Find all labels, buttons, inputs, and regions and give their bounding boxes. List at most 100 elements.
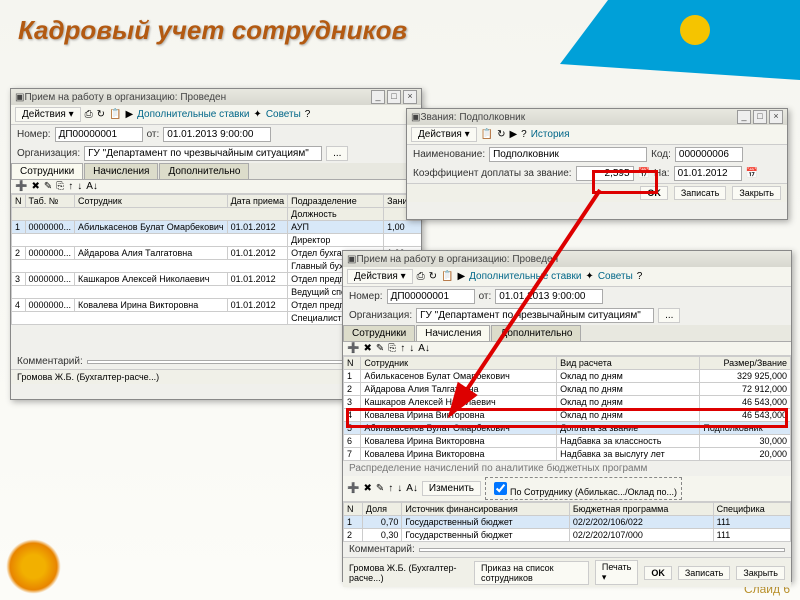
- refresh-icon[interactable]: ↻: [497, 129, 505, 140]
- advice-link[interactable]: Советы: [598, 271, 633, 282]
- col-n[interactable]: N: [12, 195, 26, 208]
- org-select-btn[interactable]: ...: [658, 308, 680, 323]
- col-emp[interactable]: Сотрудник: [361, 357, 557, 370]
- org-input[interactable]: ГУ "Департамент по чрезвычайным ситуация…: [84, 146, 322, 161]
- advice-icon[interactable]: ✦: [253, 109, 261, 120]
- calendar-icon[interactable]: 📅: [746, 168, 758, 179]
- sort-icon[interactable]: A↓: [406, 483, 418, 494]
- save-icon[interactable]: 📋: [109, 109, 121, 120]
- down-icon[interactable]: ↓: [397, 483, 402, 494]
- add-icon[interactable]: ➕: [347, 483, 359, 494]
- edit-icon[interactable]: ✎: [376, 483, 384, 494]
- table-row[interactable]: 20,30Государственный бюджет02/2/202/107/…: [344, 529, 791, 542]
- col-n2[interactable]: N: [344, 503, 363, 516]
- tab-charges[interactable]: Начисления: [84, 163, 158, 179]
- coef-input[interactable]: 2,595: [576, 166, 634, 181]
- order-button[interactable]: Приказ на список сотрудников: [474, 561, 589, 585]
- by-employee-filter[interactable]: По Сотруднику (Абилькас.../Оклад по...): [485, 477, 682, 500]
- actions-menu[interactable]: Действия ▾: [15, 107, 81, 122]
- table-row[interactable]: 7Ковалева Ирина ВикторовнаНадбавка за вы…: [344, 448, 791, 461]
- save-button[interactable]: Записать: [678, 566, 730, 580]
- advice-icon[interactable]: ✦: [585, 271, 593, 282]
- max-btn[interactable]: □: [387, 90, 401, 104]
- org-select-btn[interactable]: ...: [326, 146, 348, 161]
- save-icon[interactable]: 📋: [441, 271, 453, 282]
- col-spec[interactable]: Специфика: [713, 503, 790, 516]
- sort-icon[interactable]: A↓: [418, 343, 430, 354]
- charges-table[interactable]: NСотрудникВид расчетаРазмер/Звание 1Абил…: [343, 356, 791, 461]
- titlebar[interactable]: ▣ Прием на работу в организацию: Проведе…: [11, 89, 421, 105]
- tab-charges[interactable]: Начисления: [416, 325, 490, 341]
- col-tab[interactable]: Таб. №: [25, 195, 75, 208]
- col-share[interactable]: Доля: [362, 503, 401, 516]
- help-icon[interactable]: ?: [305, 109, 311, 120]
- dist-table[interactable]: NДоляИсточник финансированияБюджетная пр…: [343, 502, 791, 542]
- table-row[interactable]: Директор: [12, 234, 422, 247]
- actions-menu[interactable]: Действия ▾: [347, 269, 413, 284]
- tab-employees[interactable]: Сотрудники: [343, 325, 415, 341]
- calendar-icon[interactable]: 📅: [638, 168, 650, 179]
- advice-link[interactable]: Советы: [266, 109, 301, 120]
- up-icon[interactable]: ↑: [388, 483, 393, 494]
- code-input[interactable]: 000000006: [675, 147, 743, 162]
- refresh-icon[interactable]: ↻: [429, 271, 437, 282]
- history-link[interactable]: История: [531, 129, 570, 140]
- number-input[interactable]: ДП00000001: [387, 289, 475, 304]
- go-icon[interactable]: ▶: [509, 129, 517, 140]
- max-btn[interactable]: □: [753, 110, 767, 124]
- copy-icon[interactable]: ⎘: [56, 181, 64, 192]
- col-n[interactable]: N: [344, 357, 361, 370]
- number-input[interactable]: ДП00000001: [55, 127, 143, 142]
- post-icon[interactable]: ⎙: [85, 109, 93, 120]
- tab-extra[interactable]: Дополнительно: [159, 163, 249, 179]
- close-btn[interactable]: ×: [769, 110, 783, 124]
- close-button[interactable]: Закрыть: [736, 566, 785, 580]
- post-icon[interactable]: ⎙: [417, 271, 425, 282]
- ok-button[interactable]: OK: [644, 566, 672, 580]
- col-emp[interactable]: Сотрудник: [75, 195, 228, 208]
- min-btn[interactable]: _: [371, 90, 385, 104]
- col-pos[interactable]: Должность: [288, 208, 384, 221]
- titlebar[interactable]: ▣ Прием на работу в организацию: Проведе…: [343, 251, 791, 267]
- date-input[interactable]: 01.01.2013 9:00:00: [495, 289, 603, 304]
- titlebar[interactable]: ▣ Звания: Подполковник _ □ ×: [407, 109, 787, 125]
- down-icon[interactable]: ↓: [77, 181, 82, 192]
- save-button[interactable]: Записать: [674, 186, 726, 200]
- table-row[interactable]: 4Ковалева Ирина ВикторовнаОклад по дням4…: [344, 409, 791, 422]
- help-icon[interactable]: ?: [637, 271, 643, 282]
- edit-icon[interactable]: ✎: [376, 343, 384, 354]
- add-icon[interactable]: ➕: [15, 181, 27, 192]
- table-row[interactable]: 3Кашкаров Алексей НиколаевичОклад по дня…: [344, 396, 791, 409]
- close-btn[interactable]: ×: [403, 90, 417, 104]
- table-row[interactable]: 6Ковалева Ирина ВикторовнаНадбавка за кл…: [344, 435, 791, 448]
- name-input[interactable]: Подполковник: [489, 147, 647, 162]
- table-row-highlighted[interactable]: 5Абилькасенов Булат ОмарбековичДоплата з…: [344, 422, 791, 435]
- tab-extra[interactable]: Дополнительно: [491, 325, 581, 341]
- table-row[interactable]: 10,70Государственный бюджет02/2/202/106/…: [344, 516, 791, 529]
- copy-icon[interactable]: ⎘: [388, 343, 396, 354]
- col-val[interactable]: Размер/Звание: [700, 357, 791, 370]
- ok-button[interactable]: OK: [640, 186, 668, 200]
- up-icon[interactable]: ↑: [400, 343, 405, 354]
- go-icon[interactable]: ▶: [125, 109, 133, 120]
- by-emp-checkbox[interactable]: [494, 482, 507, 495]
- date-input[interactable]: 01.01.2013 9:00:00: [163, 127, 271, 142]
- table-row[interactable]: 2Айдарова Алия ТалгатовнаОклад по дням72…: [344, 383, 791, 396]
- del-icon[interactable]: ✖: [363, 483, 371, 494]
- go-icon[interactable]: ▶: [457, 271, 465, 282]
- col-prog[interactable]: Бюджетная программа: [569, 503, 713, 516]
- actions-menu[interactable]: Действия ▾: [411, 127, 477, 142]
- print-button[interactable]: Печать ▾: [595, 560, 638, 585]
- down-icon[interactable]: ↓: [409, 343, 414, 354]
- del-icon[interactable]: ✖: [31, 181, 39, 192]
- org-input[interactable]: ГУ "Департамент по чрезвычайным ситуация…: [416, 308, 654, 323]
- col-dept[interactable]: Подразделение: [288, 195, 384, 208]
- extra-stakes-link[interactable]: Дополнительные ставки: [469, 271, 581, 282]
- table-row[interactable]: 10000000...Абилькасенов Булат Омарбекови…: [12, 221, 422, 234]
- close-button[interactable]: Закрыть: [732, 186, 781, 200]
- add-icon[interactable]: ➕: [347, 343, 359, 354]
- extra-stakes-link[interactable]: Дополнительные ставки: [137, 109, 249, 120]
- col-src[interactable]: Источник финансирования: [402, 503, 569, 516]
- col-date[interactable]: Дата приема: [227, 195, 288, 208]
- on-date-input[interactable]: 01.01.2012: [674, 166, 742, 181]
